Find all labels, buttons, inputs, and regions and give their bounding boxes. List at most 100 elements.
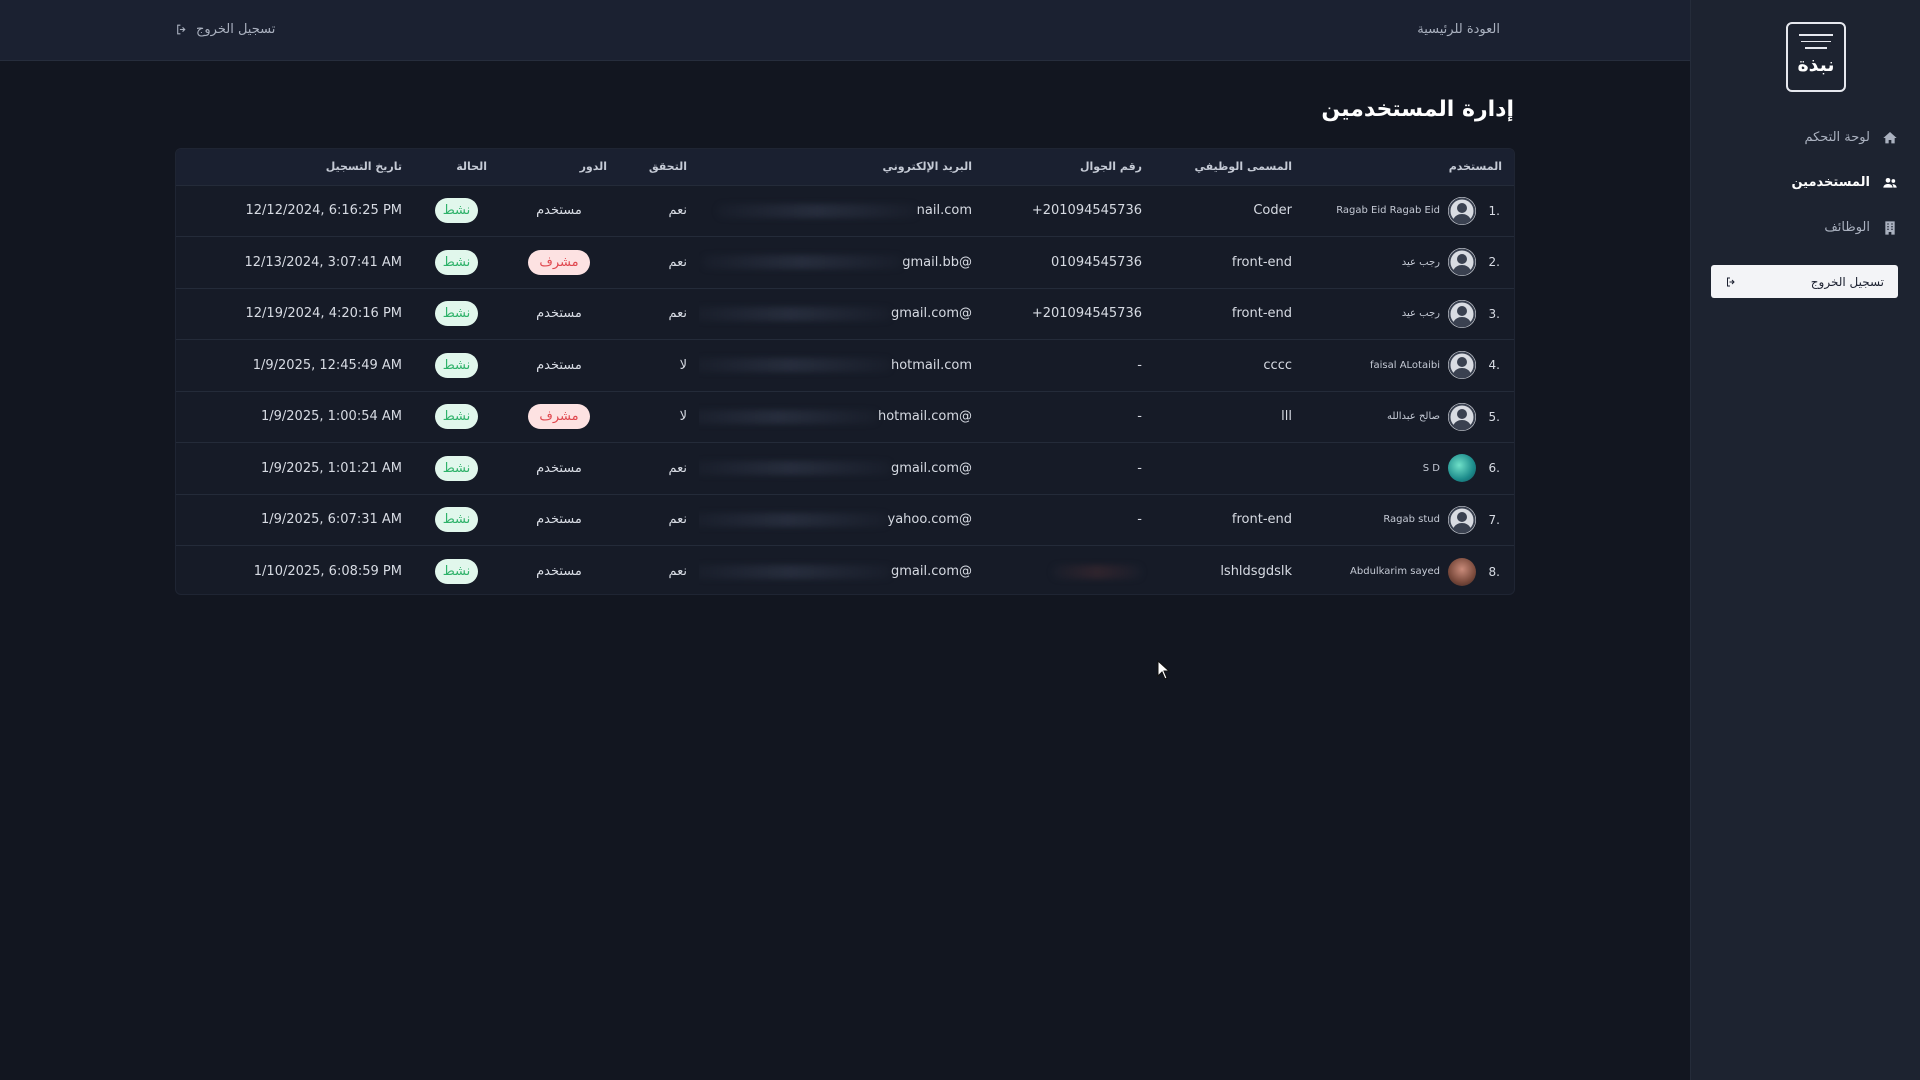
cell-registered: 1/10/2025, 6:08:59 PM: [176, 546, 414, 595]
cell-user: .4 faisal ALotaibi: [1304, 340, 1514, 392]
cell-user: .7 Ragab stud: [1304, 494, 1514, 546]
role-badge: مستخدم: [536, 357, 582, 373]
cell-registered: 12/19/2024, 4:20:16 PM: [176, 288, 414, 340]
phone-text: -: [1137, 357, 1142, 373]
user-name: صالح عبدالله: [1387, 411, 1440, 423]
cell-job: front-end: [1231, 512, 1292, 528]
row-index: .8: [1488, 564, 1500, 579]
cell-status: نشط: [414, 494, 499, 546]
sidebar-item-label: المستخدمين: [1791, 175, 1870, 190]
cell-email: nail.com: [699, 185, 984, 237]
registered-date: 1/10/2025, 6:08:59 PM: [253, 564, 402, 579]
table-row[interactable]: .1 Ragab Eid Ragab Eid Coder 201094545736+ n…: [176, 185, 1514, 237]
avatar: [1448, 402, 1476, 431]
cell-verified: لا: [679, 357, 687, 373]
status-badge: نشط: [434, 352, 479, 378]
header-job: المسمى الوظيفي: [1194, 160, 1293, 174]
sidebar-item-label: لوحة التحكم: [1804, 130, 1870, 145]
redacted-email: [699, 409, 878, 424]
cell-email: hotmail.com: [699, 340, 984, 392]
status-badge: نشط: [434, 301, 479, 327]
user-name: رجب عيد: [1401, 308, 1440, 320]
cell-verified: نعم: [668, 564, 687, 579]
table-row[interactable]: .2 رجب عيد front-end 01094545736 @gmail.bb نع…: [176, 236, 1514, 289]
email-text: @hotmail.com: [877, 409, 972, 425]
table-row[interactable]: .7 Ragab stud front-end - @yahoo.com نعم مستخد…: [176, 494, 1514, 546]
cell-user: .2 رجب عيد: [1304, 237, 1514, 289]
status-badge: نشط: [434, 507, 479, 533]
topbar-logout-button[interactable]: تسجيل الخروج: [175, 22, 275, 37]
phone-text: 201094545736+: [1031, 203, 1142, 219]
role-badge: مستخدم: [536, 203, 582, 219]
status-badge: نشط: [434, 198, 479, 224]
sidebar-logout-button[interactable]: تسجيل الخروج: [1711, 265, 1898, 298]
email-text: nail.com: [916, 203, 972, 219]
email-text: @gmail.com: [890, 306, 972, 322]
registered-date: 1/9/2025, 12:45:49 AM: [252, 357, 402, 373]
status-badge: نشط: [434, 404, 479, 430]
header-role: الدور: [579, 160, 607, 174]
cell-phone: 201094545736+: [984, 288, 1154, 340]
table-row[interactable]: .3 رجب عيد front-end 201094545736+ @gmail.co…: [176, 288, 1514, 340]
status-badge: نشط: [434, 249, 479, 275]
cell-email: @hotmail.com: [699, 391, 984, 443]
row-index: .5: [1488, 409, 1500, 424]
row-index: .1: [1488, 203, 1500, 218]
table-row[interactable]: .8 Abdulkarim sayed lshldsgdslk @gmail.com ن…: [176, 545, 1514, 595]
logout-icon: [177, 24, 186, 35]
cell-email: @gmail.bb: [699, 237, 984, 289]
header-user: المستخدم: [1448, 160, 1502, 174]
cell-role: مستخدم: [499, 443, 619, 495]
logout-icon: [1727, 277, 1735, 286]
redacted-email: [699, 358, 891, 373]
avatar: [1448, 299, 1476, 328]
avatar: [1448, 351, 1476, 380]
cell-phone: -: [984, 494, 1154, 546]
avatar: [1448, 557, 1476, 586]
phone-text: -: [1137, 409, 1142, 425]
sidebar-nav: لوحة التحكم المستخدمين الوظائف: [1690, 115, 1920, 250]
user-name: S D: [1422, 462, 1440, 474]
cell-status: نشط: [414, 237, 499, 289]
status-badge: نشط: [434, 455, 479, 481]
redacted-email: [699, 512, 888, 527]
brand-logo[interactable]: نبذة: [1786, 22, 1846, 92]
sidebar: نبذة لوحة التحكم المستخدمين الوظائف تسجي…: [1690, 0, 1920, 1080]
back-home-link[interactable]: العودة للرئيسية: [1417, 22, 1500, 37]
table-row[interactable]: .4 faisal ALotaibi cccc - hotmail.com لا مستخد…: [176, 339, 1514, 392]
table-row[interactable]: .5 صالح عبدالله lll - @hotmail.com لا مشرف نشط 1…: [176, 391, 1514, 443]
avatar: [1448, 248, 1476, 277]
cell-user: .8 Abdulkarim sayed: [1304, 546, 1514, 595]
users-table: المستخدم المسمى الوظيفي رقم الجوال البري…: [175, 148, 1515, 595]
sidebar-item-label: الوظائف: [1824, 220, 1870, 235]
cell-status: نشط: [414, 546, 499, 595]
sidebar-item-jobs[interactable]: الوظائف: [1690, 205, 1920, 250]
redacted-phone: [1052, 564, 1142, 579]
role-badge: مشرف: [528, 404, 590, 430]
header-verified: التحقق: [648, 160, 687, 174]
avatar: [1448, 196, 1476, 225]
cell-email: @gmail.com: [699, 443, 984, 495]
sidebar-item-dashboard[interactable]: لوحة التحكم: [1690, 115, 1920, 160]
cell-role: مستخدم: [499, 546, 619, 595]
cell-role: مستخدم: [499, 494, 619, 546]
cell-registered: 1/9/2025, 1:00:54 AM: [176, 391, 414, 443]
role-badge: مستخدم: [536, 512, 582, 528]
cell-phone: 01094545736: [984, 237, 1154, 289]
cell-job: Coder: [1253, 203, 1292, 219]
table-row[interactable]: .6 S D - @gmail.com نعم مستخدم نشط 1/9/2025, 1:…: [176, 442, 1514, 495]
role-badge: مستخدم: [536, 306, 582, 322]
cell-role: مستخدم: [499, 288, 619, 340]
cell-verified: نعم: [668, 512, 687, 528]
row-index: .3: [1488, 306, 1500, 321]
cell-role: مستخدم: [499, 185, 619, 237]
cell-email: @yahoo.com: [699, 494, 984, 546]
sidebar-item-users[interactable]: المستخدمين: [1690, 160, 1920, 205]
cell-user: .1 Ragab Eid Ragab Eid: [1304, 185, 1514, 237]
registered-date: 1/9/2025, 1:00:54 AM: [260, 409, 402, 425]
header-registered: تاريخ التسجيل: [325, 160, 402, 174]
cell-status: نشط: [414, 340, 499, 392]
cell-role: مشرف: [499, 391, 619, 443]
cell-verified: نعم: [668, 460, 687, 476]
cell-phone: -: [984, 443, 1154, 495]
